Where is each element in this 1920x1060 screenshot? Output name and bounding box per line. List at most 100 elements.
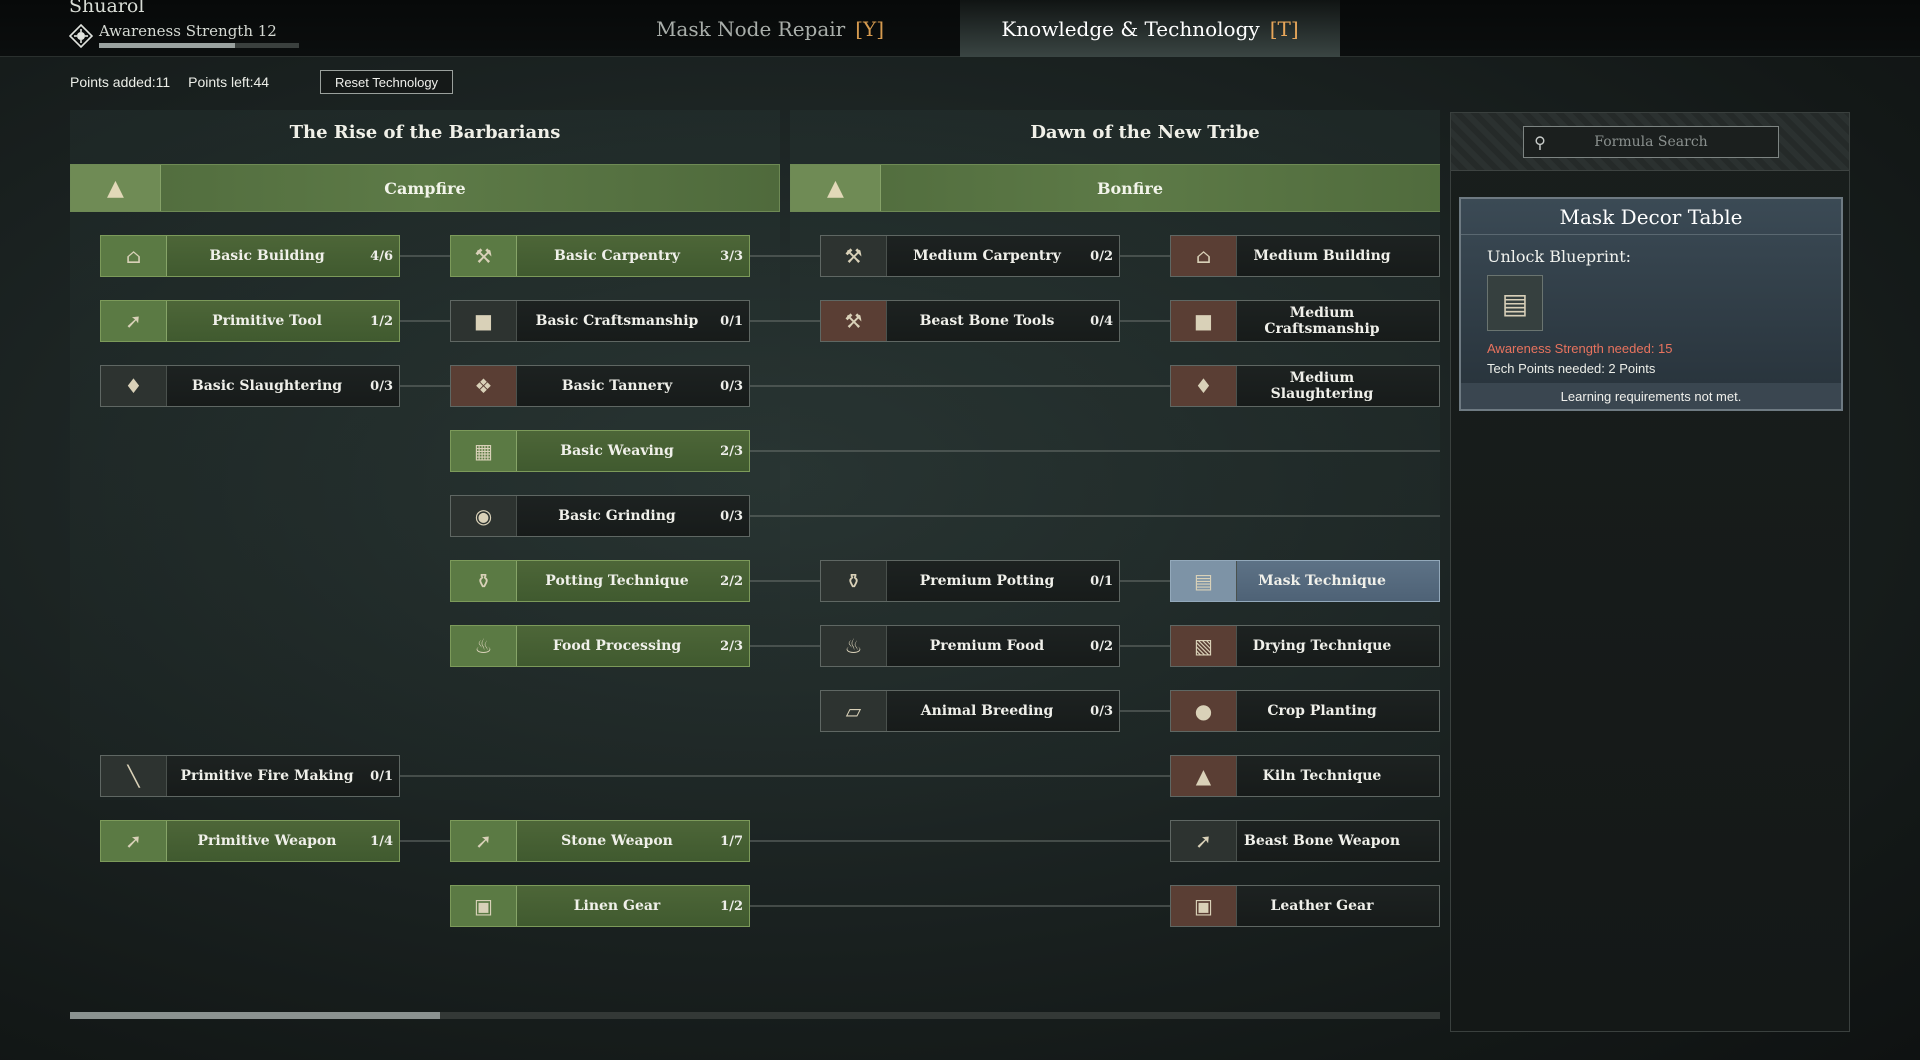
side-panel-header: ⚲ xyxy=(1451,113,1849,171)
requirements-note: Learning requirements not met. xyxy=(1461,383,1841,409)
axe-icon: ➚ xyxy=(101,301,167,341)
tech-node-count: 2/3 xyxy=(720,638,743,654)
pen-icon: ▱ xyxy=(821,691,887,731)
detail-title: Mask Decor Table xyxy=(1461,199,1841,235)
scrollbar-thumb[interactable] xyxy=(70,1012,440,1019)
tech-node-potting-technique[interactable]: ⚱ Potting Technique 2/2 xyxy=(450,560,750,602)
tech-node-premium-food[interactable]: ♨ Premium Food 0/2 xyxy=(820,625,1120,667)
house-icon: ⌂ xyxy=(101,236,167,276)
tech-node-count: 0/4 xyxy=(1090,313,1113,329)
boar-icon: ♦ xyxy=(101,366,167,406)
tech-node-medium-craftsmanship[interactable]: ■ Medium Craftsmanship xyxy=(1170,300,1440,342)
player-name: Shuarol xyxy=(69,0,145,17)
tech-node-count: 2/2 xyxy=(720,573,743,589)
saw-icon: ⚒ xyxy=(821,236,887,276)
tech-node-primitive-tool[interactable]: ➚ Primitive Tool 1/2 xyxy=(100,300,400,342)
points-left: Points left:44 xyxy=(188,74,270,90)
formula-search-input[interactable] xyxy=(1556,134,1778,150)
tech-node-label: Linen Gear xyxy=(573,898,661,914)
tech-node-drying-technique[interactable]: ▧ Drying Technique xyxy=(1170,625,1440,667)
tech-node-label: Animal Breeding xyxy=(920,703,1054,719)
tech-node-primitive-weapon[interactable]: ➚ Primitive Weapon 1/4 xyxy=(100,820,400,862)
tech-node-mask-technique[interactable]: ▤ Mask Technique xyxy=(1170,560,1440,602)
tech-node-count: 1/4 xyxy=(370,833,393,849)
spear-icon: ➚ xyxy=(451,821,517,861)
formula-search[interactable]: ⚲ xyxy=(1523,126,1779,158)
tech-node-count: 0/2 xyxy=(1090,638,1113,654)
tech-node-label: Beast Bone Weapon xyxy=(1243,833,1401,849)
unlock-blueprint-label: Unlock Blueprint: xyxy=(1487,247,1632,266)
tech-node-label: Crop Planting xyxy=(1267,703,1377,719)
tech-node-count: 0/3 xyxy=(720,378,743,394)
tech-node-basic-slaughtering[interactable]: ♦ Basic Slaughtering 0/3 xyxy=(100,365,400,407)
tech-node-label: Kiln Technique xyxy=(1262,768,1382,784)
tree-scrollbar[interactable] xyxy=(70,1012,1440,1019)
tech-node-label: Medium Carpentry xyxy=(913,248,1061,264)
tech-node-basic-carpentry[interactable]: ⚒ Basic Carpentry 3/3 xyxy=(450,235,750,277)
millstone-icon: ◉ xyxy=(451,496,517,536)
tech-node-count: 0/1 xyxy=(370,768,393,784)
tab-hotkey: [T] xyxy=(1269,16,1299,41)
tech-node-animal-breeding[interactable]: ▱ Animal Breeding 0/3 xyxy=(820,690,1120,732)
pickaxe-icon: ⚒ xyxy=(821,301,887,341)
tech-node-linen-gear[interactable]: ▣ Linen Gear 1/2 xyxy=(450,885,750,927)
tech-node-stone-weapon[interactable]: ➚ Stone Weapon 1/7 xyxy=(450,820,750,862)
tech-node-label: Basic Craftsmanship xyxy=(535,313,699,329)
tech-points-requirement: Tech Points needed: 2 Points xyxy=(1487,361,1656,376)
tech-node-count: 0/3 xyxy=(370,378,393,394)
tech-node-label: Primitive Fire Making xyxy=(180,768,354,784)
boar-icon: ♦ xyxy=(1171,366,1237,406)
reset-technology-button[interactable]: Reset Technology xyxy=(320,70,453,94)
tech-node-primitive-fire-making[interactable]: ╲ Primitive Fire Making 0/1 xyxy=(100,755,400,797)
tech-node-crop-planting[interactable]: ● Crop Planting xyxy=(1170,690,1440,732)
tab-label: Mask Node Repair xyxy=(655,16,846,41)
house-icon: ⌂ xyxy=(1171,236,1237,276)
tech-node-label: Primitive Tool xyxy=(212,313,322,329)
awareness-bar xyxy=(99,43,299,48)
tech-node-count: 0/2 xyxy=(1090,248,1113,264)
tech-node-food-processing[interactable]: ♨ Food Processing 2/3 xyxy=(450,625,750,667)
awareness-bar-fill xyxy=(99,43,235,48)
tech-node-label: Basic Weaving xyxy=(560,443,674,459)
tech-node-label: Medium Building xyxy=(1253,248,1391,264)
spear-icon: ➚ xyxy=(101,821,167,861)
pot-icon: ⚱ xyxy=(451,561,517,601)
sack-icon: ● xyxy=(1171,691,1237,731)
tech-node-basic-tannery[interactable]: ❖ Basic Tannery 0/3 xyxy=(450,365,750,407)
pot-icon: ⚱ xyxy=(821,561,887,601)
tech-node-beast-bone-tools[interactable]: ⚒ Beast Bone Tools 0/4 xyxy=(820,300,1120,342)
hide-icon: ❖ xyxy=(451,366,517,406)
search-icon: ⚲ xyxy=(1534,132,1546,152)
awareness-requirement: Awareness Strength needed: 15 xyxy=(1487,341,1673,356)
tech-node-basic-craftsmanship[interactable]: ■ Basic Craftsmanship 0/1 xyxy=(450,300,750,342)
torch-icon: ╲ xyxy=(101,756,167,796)
tech-node-kiln-technique[interactable]: ▲ Kiln Technique xyxy=(1170,755,1440,797)
tech-node-basic-grinding[interactable]: ◉ Basic Grinding 0/3 xyxy=(450,495,750,537)
tab-mask-node-repair[interactable]: Mask Node Repair [Y] xyxy=(650,0,890,57)
anvil-icon: ■ xyxy=(451,301,517,341)
awareness-label: Awareness Strength 12 xyxy=(99,22,277,40)
saw-icon: ⚒ xyxy=(451,236,517,276)
tech-node-medium-carpentry[interactable]: ⚒ Medium Carpentry 0/2 xyxy=(820,235,1120,277)
tech-node-basic-weaving[interactable]: ▦ Basic Weaving 2/3 xyxy=(450,430,750,472)
tech-node-premium-potting[interactable]: ⚱ Premium Potting 0/1 xyxy=(820,560,1120,602)
tech-node-leather-gear[interactable]: ▣ Leather Gear xyxy=(1170,885,1440,927)
tab-knowledge-technology[interactable]: Knowledge & Technology [T] xyxy=(960,0,1340,57)
tab-hotkey: [Y] xyxy=(855,16,885,41)
top-bar: Shuarol Awareness Strength 12 Mask Node … xyxy=(0,0,1920,57)
tech-tree[interactable]: The Rise of the Barbarians Dawn of the N… xyxy=(70,110,1440,1010)
tech-node-beast-bone-weapon[interactable]: ➚ Beast Bone Weapon xyxy=(1170,820,1440,862)
mask-decor-table-icon[interactable]: ▤ xyxy=(1487,275,1543,331)
tech-node-count: 0/3 xyxy=(1090,703,1113,719)
tech-node-medium-building[interactable]: ⌂ Medium Building xyxy=(1170,235,1440,277)
tech-node-label: Potting Technique xyxy=(545,573,689,589)
tech-node-count: 4/6 xyxy=(370,248,393,264)
tech-node-label: Premium Food xyxy=(929,638,1045,654)
mask-table-icon: ▤ xyxy=(1171,561,1237,601)
awareness-icon xyxy=(69,24,93,48)
tech-node-label: Basic Tannery xyxy=(561,378,673,394)
tech-node-medium-slaughtering[interactable]: ♦ Medium Slaughtering xyxy=(1170,365,1440,407)
tab-label: Knowledge & Technology xyxy=(1001,16,1260,41)
tech-node-label: Basic Building xyxy=(209,248,325,264)
tech-node-basic-building[interactable]: ⌂ Basic Building 4/6 xyxy=(100,235,400,277)
